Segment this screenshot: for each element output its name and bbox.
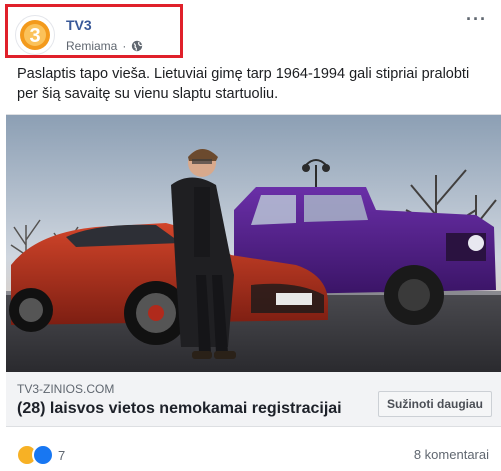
- highlight-box: [5, 4, 183, 58]
- link-headline[interactable]: (28) laisvos vietos nemokamai registraci…: [17, 400, 342, 418]
- reactions-summary[interactable]: 7: [16, 444, 65, 466]
- like-reaction-icon: [32, 444, 54, 466]
- learn-more-button[interactable]: Sužinoti daugiau: [378, 391, 492, 417]
- sponsored-post: 3 TV3 Remiama · ··· Paslaptis tapo vieša…: [0, 0, 501, 471]
- post-text: Paslaptis tapo vieša. Lietuviai gimę tar…: [17, 66, 470, 102]
- more-options-icon[interactable]: ···: [466, 10, 487, 28]
- post-footer: 7 8 komentarai: [0, 426, 501, 471]
- link-preview-card[interactable]: TV3-ZINIOS.COM (28) laisvos vietos nemok…: [6, 372, 501, 427]
- comments-count-link[interactable]: 8 komentarai: [414, 447, 489, 462]
- post-image[interactable]: [6, 114, 501, 373]
- link-domain: TV3-ZINIOS.COM: [17, 382, 115, 396]
- reaction-count: 7: [58, 447, 66, 463]
